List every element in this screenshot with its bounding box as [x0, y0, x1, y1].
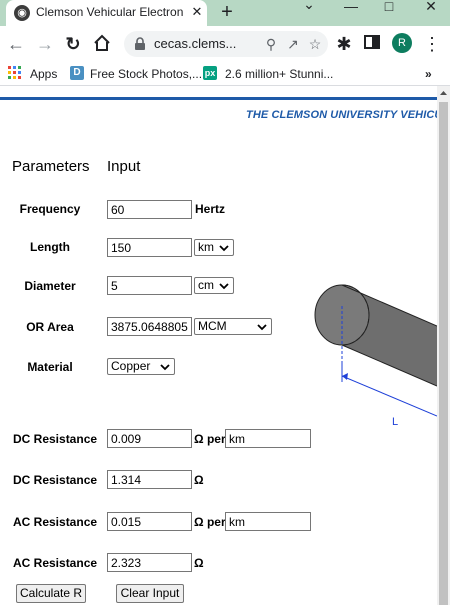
length-dimension-line: [341, 375, 437, 417]
active-tab[interactable]: ◉ Clemson Vehicular Electronics ✕: [6, 0, 207, 26]
side-panel-icon[interactable]: [362, 34, 382, 54]
bookmark-apps[interactable]: Apps: [30, 66, 57, 82]
dc-per-length-unit-field[interactable]: [225, 429, 311, 448]
frequency-label: Frequency: [19, 202, 81, 216]
bookmark-star-icon[interactable]: ☆: [306, 35, 324, 53]
site-favicon-icon: ◉: [14, 5, 30, 21]
maximize-icon[interactable]: □: [378, 0, 400, 16]
clear-input-button[interactable]: Clear Input: [116, 584, 184, 603]
browser-toolbar: ← → ↻ cecas.clems... ⚲ ↗ ☆ ✱ R ⋮: [0, 26, 450, 62]
dc-resistance-per-output[interactable]: [107, 429, 192, 448]
material-select[interactable]: Copper: [107, 358, 175, 375]
zoom-icon[interactable]: ⚲: [262, 35, 280, 53]
diameter-label: Diameter: [24, 279, 76, 293]
ac-resistance-output[interactable]: [107, 553, 192, 572]
length-symbol-label: L: [392, 416, 399, 428]
frequency-unit: Hertz: [195, 202, 226, 216]
dc-resistance-unit: Ω: [194, 473, 204, 487]
reload-icon[interactable]: ↻: [63, 34, 83, 54]
tab-strip: ◉ Clemson Vehicular Electronics ✕ + ⌄ — …: [0, 0, 450, 26]
apps-grid-icon: [8, 66, 21, 79]
px-icon: px: [203, 66, 217, 80]
bookmark-stunning[interactable]: 2.6 million+ Stunni...: [225, 66, 333, 82]
share-icon[interactable]: ↗: [284, 35, 302, 53]
parameters-heading: Parameters: [12, 158, 90, 175]
scrollbar-thumb[interactable]: [439, 102, 448, 605]
material-label: Material: [27, 360, 73, 374]
close-tab-icon[interactable]: ✕: [189, 4, 205, 20]
top-rule: [0, 97, 437, 100]
home-icon[interactable]: [92, 34, 112, 54]
or-area-unit-select[interactable]: MCM: [194, 318, 272, 335]
tab-title: Clemson Vehicular Electronics: [36, 5, 184, 19]
close-window-icon[interactable]: ✕: [420, 0, 442, 16]
chevron-down-icon: [257, 324, 267, 331]
ac-resistance-per-unit: Ω per: [194, 515, 226, 529]
input-heading: Input: [107, 158, 141, 175]
or-area-input[interactable]: [107, 317, 192, 336]
kebab-menu-icon[interactable]: ⋮: [422, 34, 442, 54]
ac-resistance-per-output[interactable]: [107, 512, 192, 531]
diameter-input[interactable]: [107, 276, 192, 295]
or-area-unit-value: MCM: [198, 319, 227, 333]
tab-search-chevron-icon[interactable]: ⌄: [298, 0, 320, 14]
bookmark-free-stock-photos[interactable]: Free Stock Photos,...: [90, 66, 202, 82]
new-tab-plus-icon[interactable]: +: [217, 1, 237, 23]
lock-icon: [135, 37, 145, 50]
dc-resistance-label: DC Resistance: [13, 473, 98, 487]
frequency-input[interactable]: [107, 200, 192, 219]
forward-arrow-icon[interactable]: →: [35, 34, 55, 54]
chevron-down-icon: [219, 283, 229, 290]
dc-resistance-per-unit: Ω per: [194, 432, 226, 446]
page-content: THE CLEMSON UNIVERSITY VEHICULA Paramete…: [0, 86, 437, 605]
clemson-banner: THE CLEMSON UNIVERSITY VEHICULA: [246, 109, 437, 121]
address-bar[interactable]: cecas.clems... ⚲ ↗ ☆: [124, 31, 328, 57]
diameter-unit-value: cm: [198, 278, 214, 292]
profile-avatar[interactable]: R: [392, 33, 412, 53]
conductor-cylinder-diagram: [314, 284, 437, 417]
chevron-down-icon: [219, 245, 229, 252]
extensions-puzzle-icon[interactable]: ✱: [334, 34, 354, 54]
dc-resistance-output[interactable]: [107, 470, 192, 489]
chevron-down-icon: [160, 364, 170, 371]
calculate-r-button[interactable]: Calculate R: [16, 584, 86, 603]
vertical-scrollbar[interactable]: [437, 86, 450, 605]
ac-resistance-per-label: AC Resistance: [13, 515, 98, 529]
bookmarks-overflow-icon[interactable]: »: [425, 66, 432, 82]
length-input[interactable]: [107, 238, 192, 257]
minimize-icon[interactable]: —: [340, 0, 362, 16]
dc-resistance-per-label: DC Resistance: [13, 432, 98, 446]
length-unit-select[interactable]: km: [194, 239, 234, 256]
diameter-unit-select[interactable]: cm: [194, 277, 234, 294]
ac-per-length-unit-field[interactable]: [225, 512, 311, 531]
scroll-up-arrow-icon[interactable]: [437, 86, 450, 100]
ac-resistance-label: AC Resistance: [13, 556, 98, 570]
pexels-d-icon: D: [70, 66, 84, 80]
material-value: Copper: [111, 359, 151, 373]
length-label: Length: [30, 240, 70, 254]
length-unit-value: km: [198, 240, 214, 254]
bookmarks-bar: Apps D Free Stock Photos,... px 2.6 mill…: [0, 62, 450, 86]
back-arrow-icon[interactable]: ←: [6, 34, 26, 54]
or-area-label: OR Area: [26, 320, 74, 334]
url-text: cecas.clems...: [154, 36, 237, 51]
ac-resistance-unit: Ω: [194, 556, 204, 570]
